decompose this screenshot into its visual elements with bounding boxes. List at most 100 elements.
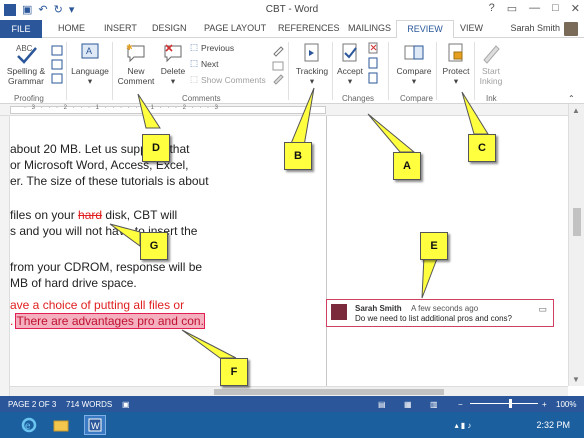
protect-icon	[448, 43, 463, 62]
accept-button[interactable]: Accept ▾	[334, 42, 366, 86]
grammar-label: Grammar	[8, 76, 44, 86]
vertical-scrollbar[interactable]: ▲ ▼	[568, 104, 584, 386]
svg-text:A: A	[86, 46, 92, 56]
page-count[interactable]: PAGE 2 OF 3	[8, 400, 56, 409]
pen-icon	[483, 45, 500, 64]
tab-references[interactable]: REFERENCES	[278, 23, 340, 33]
previous-label: Previous	[201, 42, 235, 53]
ink-group-label: Ink	[486, 94, 497, 103]
zoom-out-icon[interactable]: −	[458, 400, 463, 409]
reject-prev-next-icons[interactable]	[368, 42, 382, 88]
callout-e: E	[420, 232, 448, 260]
svg-text:W: W	[91, 421, 100, 431]
zoom-level[interactable]: 100%	[556, 400, 576, 409]
language-button[interactable]: A Language ▾	[70, 42, 110, 86]
minimize-button[interactable]: —	[529, 2, 540, 15]
start-label: Start	[482, 66, 500, 76]
compare-group-label: Compare	[400, 94, 433, 103]
spelling-label: Spelling &	[6, 66, 46, 76]
accept-label: Accept	[337, 66, 363, 76]
tab-mailings[interactable]: MAILINGS	[348, 23, 391, 33]
tab-view[interactable]: VIEW	[460, 23, 483, 33]
tab-design[interactable]: DESIGN	[152, 23, 187, 33]
collapse-ribbon-icon[interactable]: ⌃	[568, 94, 575, 103]
new-comment-label-2: Comment	[117, 76, 155, 86]
show-comments-icon: ⬚	[190, 74, 199, 84]
language-icon: A	[81, 43, 99, 59]
word-taskbar-icon[interactable]: W	[84, 415, 106, 435]
track-pen-icon	[272, 46, 284, 85]
comment-author: Sarah Smith	[355, 304, 402, 313]
next-comment-button[interactable]: ⬚ Next	[190, 58, 219, 69]
horizontal-scroll-thumb[interactable]	[214, 389, 444, 395]
delete-comment-button[interactable]: Delete ▾	[158, 42, 188, 86]
callout-d: D	[142, 134, 170, 162]
zoom-slider-thumb[interactable]	[509, 399, 513, 408]
doc-line-tracked: files on your hard disk, CBT will	[10, 208, 178, 222]
reply-icon[interactable]: ▭	[538, 304, 547, 315]
protect-button[interactable]: Protect ▾	[438, 42, 474, 86]
spelling-check-icon: ABC	[16, 44, 37, 64]
help-button[interactable]: ?	[489, 2, 495, 15]
horizontal-ruler[interactable]: · 3 · · · 2 · · · 1 · · · · · · 1 · · · …	[0, 104, 584, 116]
vertical-scroll-thumb[interactable]	[573, 208, 581, 236]
comment-balloon[interactable]: Sarah Smith A few seconds ago Do we need…	[326, 299, 554, 327]
callout-c: C	[468, 134, 496, 162]
svg-text:✱: ✱	[126, 43, 133, 52]
horizontal-scrollbar[interactable]	[10, 386, 568, 396]
tracking-side-icons[interactable]	[270, 44, 286, 90]
close-button[interactable]: ✕	[571, 2, 580, 15]
tab-page-layout[interactable]: PAGE LAYOUT	[204, 23, 266, 33]
ribbon-tabs: FILE HOME INSERT DESIGN PAGE LAYOUT REFE…	[0, 20, 584, 39]
tab-review[interactable]: REVIEW	[396, 20, 454, 39]
ruler-numbers: · 3 · · · 2 · · · 1 · · · · · · 1 · · · …	[24, 105, 220, 111]
doc-line: MB of hard drive space.	[10, 276, 137, 290]
spelling-grammar-button[interactable]: ABC Spelling & Grammar	[4, 42, 48, 86]
maximize-button[interactable]: □	[552, 2, 559, 15]
new-comment-button[interactable]: ✱ New Comment	[114, 42, 158, 86]
show-comments-label: Show Comments	[201, 74, 266, 85]
tab-insert[interactable]: INSERT	[104, 23, 137, 33]
avatar[interactable]	[564, 22, 578, 36]
inking-label: Inking	[479, 76, 503, 86]
proofing-group-label: Proofing	[14, 94, 44, 103]
file-explorer-icon[interactable]	[50, 415, 72, 435]
tracking-icon	[304, 43, 319, 62]
scroll-down-icon[interactable]: ▼	[572, 375, 580, 384]
svg-text:ABC: ABC	[16, 44, 33, 53]
language-label: Language	[71, 66, 109, 76]
zoom-in-icon[interactable]: +	[542, 400, 547, 409]
previous-icon: ⬚	[190, 42, 199, 52]
previous-comment-button[interactable]: ⬚ Previous	[190, 42, 234, 53]
thesaurus-icon[interactable]	[50, 44, 64, 86]
proofing-status-icon[interactable]: ▣	[122, 400, 130, 409]
scroll-up-icon[interactable]: ▲	[572, 106, 580, 115]
doc-line: s and you will not have to insert the	[10, 224, 198, 238]
zoom-slider[interactable]	[470, 403, 538, 404]
tab-home[interactable]: HOME	[58, 23, 85, 33]
show-comments-button[interactable]: ⬚ Show Comments	[190, 74, 266, 85]
callout-a: A	[393, 152, 421, 180]
svg-text:e: e	[25, 421, 31, 432]
word-count[interactable]: 714 WORDS	[66, 400, 112, 409]
start-inking-button[interactable]: Start Inking	[474, 42, 508, 86]
new-comment-icon: ✱	[126, 43, 145, 63]
new-comment-label-1: New	[127, 66, 145, 76]
read-mode-icon[interactable]: ▤	[378, 400, 386, 409]
commented-text[interactable]: There are advantages pro and con.	[15, 313, 205, 329]
compare-button[interactable]: Compare ▾	[392, 42, 436, 86]
ie-icon[interactable]: e	[18, 415, 40, 435]
tray-icons[interactable]: ▴ ▮ ♪	[452, 415, 474, 435]
web-layout-icon[interactable]: ▥	[430, 400, 438, 409]
delete-label: Delete	[160, 66, 186, 76]
comment-text[interactable]: Do we need to list additional pros and c…	[355, 314, 512, 323]
compare-label: Compare	[396, 66, 432, 76]
print-layout-icon[interactable]: ▦	[404, 400, 412, 409]
ribbon-display-button[interactable]: ▭	[507, 2, 517, 15]
tracking-label: Tracking	[295, 66, 329, 76]
tab-file[interactable]: FILE	[0, 20, 42, 38]
tracking-button[interactable]: Tracking ▾	[292, 42, 332, 86]
vertical-ruler[interactable]	[0, 116, 10, 396]
title-bar: ▣ ↶ ↻ ▾ CBT - Word ? ▭ — □ ✕	[0, 0, 584, 20]
user-name[interactable]: Sarah Smith	[510, 23, 560, 33]
